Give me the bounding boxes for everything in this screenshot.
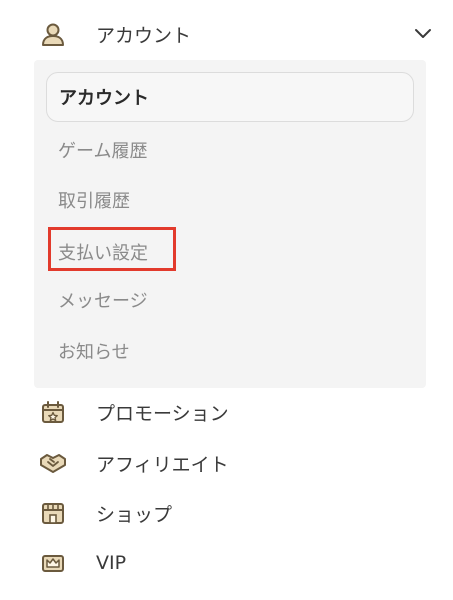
nav-item-affiliate[interactable]: アフィリエイト (30, 439, 440, 487)
account-menu-header[interactable]: アカウント (30, 10, 440, 58)
submenu-item-label: ゲーム履歴 (58, 141, 148, 162)
nav-item-label: プロモーション (96, 402, 229, 425)
submenu-item-transaction-history[interactable]: 取引履歴 (46, 175, 414, 225)
nav-item-label: VIP (96, 552, 127, 574)
chevron-down-icon[interactable] (410, 21, 436, 47)
nav-item-promotion[interactable]: プロモーション (30, 388, 440, 436)
submenu-item-label: アカウント (59, 88, 149, 109)
submenu-item-label: 取引履歴 (58, 191, 130, 212)
nav-item-label: ショップ (96, 503, 173, 526)
shop-icon (38, 498, 68, 528)
submenu-item-game-history[interactable]: ゲーム履歴 (46, 125, 414, 175)
nav-item-shop[interactable]: ショップ (30, 489, 440, 537)
submenu-item-account[interactable]: アカウント (46, 72, 414, 122)
submenu-item-payment-settings[interactable]: 支払い設定 (46, 227, 414, 277)
submenu-item-label: お知らせ (58, 342, 130, 363)
account-menu-label: アカウント (96, 24, 192, 47)
submenu-item-label: メッセージ (58, 291, 148, 312)
submenu-item-notifications[interactable]: お知らせ (46, 326, 414, 376)
sidebar-menu: アカウント アカウント ゲーム履歴 取引履歴 支払い設定 メッセージ お知らせ (0, 0, 453, 600)
user-icon (38, 19, 68, 49)
submenu-item-messages[interactable]: メッセージ (46, 275, 414, 325)
nav-item-vip[interactable]: VIP (30, 539, 440, 587)
highlight-box (48, 227, 176, 271)
account-submenu: アカウント ゲーム履歴 取引履歴 支払い設定 メッセージ お知らせ (34, 60, 426, 388)
nav-item-label: アフィリエイト (96, 453, 229, 476)
handshake-icon (38, 448, 68, 478)
vip-crown-icon (38, 548, 68, 578)
promotion-gift-icon (38, 397, 68, 427)
